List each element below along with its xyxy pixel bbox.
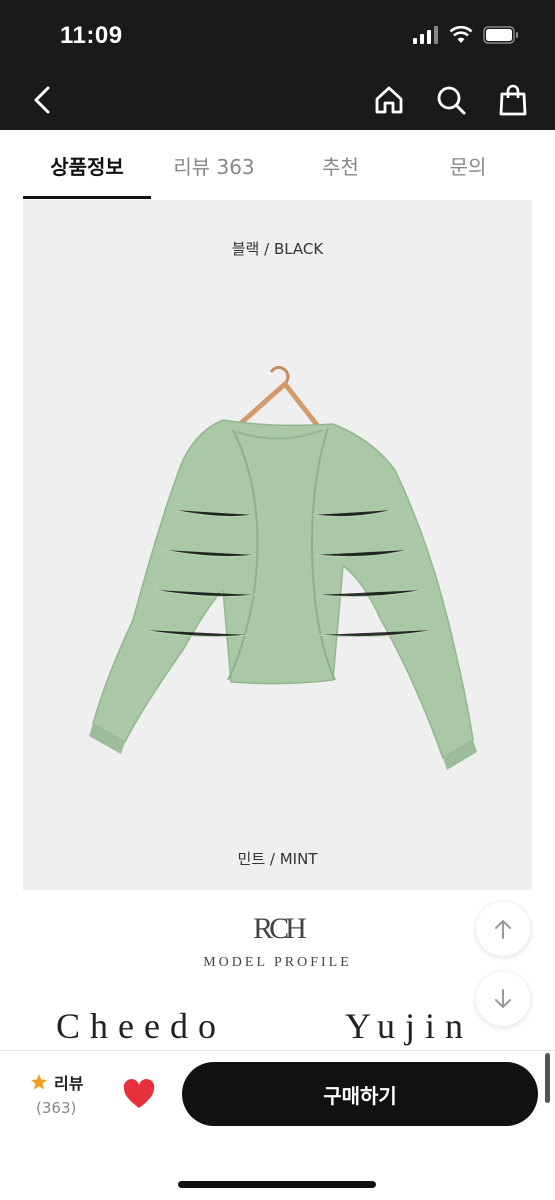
arrow-up-icon — [495, 920, 511, 939]
tab-reviews[interactable]: 리뷰 363 — [151, 130, 277, 200]
product-image-panel: 블랙 / BLACK 민트 / MINT — [23, 200, 532, 890]
shopping-bag-icon — [499, 84, 527, 116]
color-caption-mint: 민트 / MINT — [237, 850, 318, 868]
tab-inquiry[interactable]: 문의 — [404, 130, 532, 200]
tab-product-info[interactable]: 상품정보 — [23, 130, 151, 200]
buy-button[interactable]: 구매하기 — [182, 1062, 538, 1126]
review-label: 리뷰 — [54, 1074, 84, 1093]
tab-recommend[interactable]: 추천 — [277, 130, 404, 200]
brand-logo-text: RCH — [253, 912, 306, 945]
review-summary[interactable]: 리뷰 — [30, 1070, 83, 1094]
status-icons — [413, 26, 519, 44]
star-icon — [31, 1074, 47, 1090]
review-count: (363) — [36, 1099, 77, 1117]
cardigan-graphic — [92, 419, 474, 760]
status-bar: 11:09 — [0, 0, 555, 70]
color-caption-black: 블랙 / BLACK — [231, 240, 324, 258]
nav-bar — [0, 70, 555, 130]
model-name-left: Cheedo — [56, 1006, 226, 1046]
model-name-right: Yujin — [345, 1006, 474, 1046]
scrollbar-thumb[interactable] — [545, 1053, 550, 1103]
battery-icon — [483, 26, 518, 44]
shopping-bag-button[interactable] — [495, 82, 531, 118]
status-time: 11:09 — [60, 22, 123, 49]
scroll-down-button[interactable] — [476, 972, 530, 1026]
heart-icon — [123, 1079, 155, 1108]
search-icon — [437, 86, 466, 115]
wishlist-button[interactable] — [122, 1078, 156, 1112]
active-tab-indicator — [23, 196, 151, 199]
home-indicator — [178, 1181, 376, 1188]
brand-logo: RCH — [253, 912, 310, 945]
scroll-up-button[interactable] — [476, 902, 530, 956]
home-icon — [375, 86, 403, 114]
nav-actions — [371, 82, 531, 118]
back-button[interactable] — [24, 82, 60, 118]
cellular-signal-icon — [413, 26, 438, 44]
product-tabs: 상품정보 리뷰 363 추천 문의 — [0, 130, 555, 200]
arrow-down-icon — [495, 989, 511, 1008]
search-button[interactable] — [433, 82, 469, 118]
home-button[interactable] — [371, 82, 407, 118]
model-profile-subtitle: MODEL PROFILE — [203, 955, 352, 970]
wifi-icon — [449, 26, 473, 43]
chevron-left-icon — [34, 86, 50, 114]
